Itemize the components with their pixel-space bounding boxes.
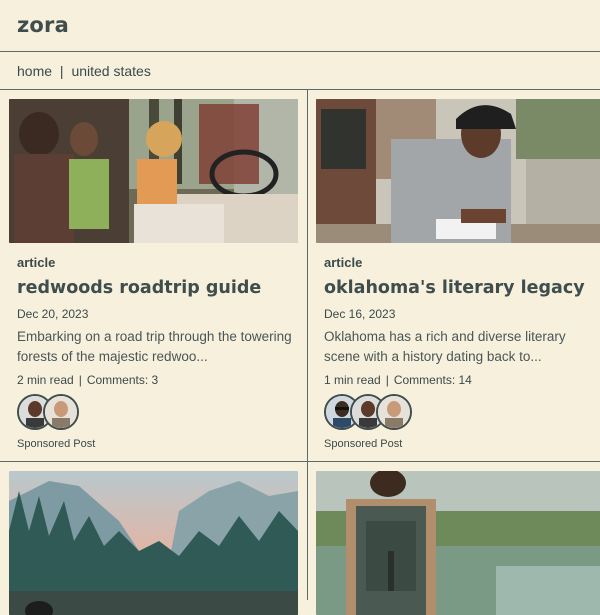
article-date: Dec 20, 2023	[17, 307, 89, 321]
article-image[interactable]	[9, 99, 298, 243]
breadcrumb-home-link[interactable]: home	[17, 63, 52, 79]
article-card[interactable]	[9, 471, 298, 615]
author-avatars	[17, 394, 298, 430]
top-bar: zora	[0, 0, 600, 52]
avatar[interactable]	[376, 394, 412, 430]
read-time: 1 min read	[324, 373, 381, 387]
grid-divider-horizontal	[0, 461, 600, 462]
article-excerpt: Oklahoma has a rich and diverse literary…	[324, 329, 566, 364]
article-kind: article	[324, 255, 363, 270]
sponsored-label: Sponsored Post	[17, 438, 96, 450]
article-kind: article	[17, 255, 56, 270]
sponsored-label: Sponsored Post	[324, 438, 403, 450]
article-meta: 1 min read | Comments: 14	[324, 373, 472, 387]
article-image[interactable]	[316, 471, 600, 615]
article-title[interactable]: oklahoma's literary legacy	[324, 278, 600, 298]
author-avatars	[324, 394, 600, 430]
breadcrumb-current[interactable]: united states	[71, 63, 150, 79]
breadcrumb-separator: |	[59, 63, 64, 79]
article-meta: 2 min read | Comments: 3	[17, 373, 159, 387]
site-logo[interactable]: zora	[17, 13, 69, 37]
article-card[interactable]: article redwoods roadtrip guide Dec 20, …	[9, 99, 298, 450]
article-card[interactable]: article oklahoma's literary legacy Dec 1…	[316, 99, 600, 450]
article-excerpt: Embarking on a road trip through the tow…	[17, 329, 292, 364]
comments-count[interactable]: Comments: 14	[394, 373, 472, 387]
comments-count[interactable]: Comments: 3	[87, 373, 158, 387]
article-grid: article redwoods roadtrip guide Dec 20, …	[0, 90, 600, 615]
article-date: Dec 16, 2023	[324, 307, 396, 321]
breadcrumb: home | united states	[0, 52, 600, 90]
article-image[interactable]	[316, 99, 600, 243]
avatar[interactable]	[43, 394, 79, 430]
article-title[interactable]: redwoods roadtrip guide	[17, 278, 298, 298]
article-card[interactable]	[316, 471, 600, 615]
grid-divider-vertical	[307, 90, 308, 600]
read-time: 2 min read	[17, 373, 74, 387]
article-image[interactable]	[9, 471, 298, 615]
